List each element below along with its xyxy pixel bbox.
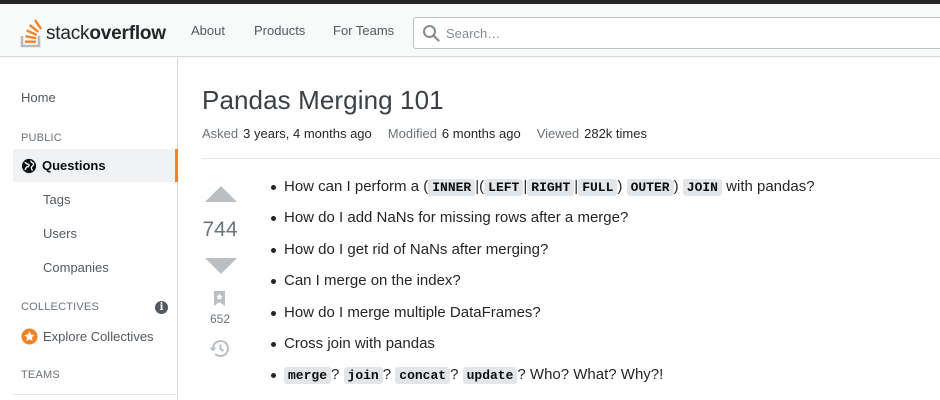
sidebar-item-label: Questions	[42, 158, 106, 173]
search-box[interactable]	[413, 17, 940, 49]
viewed-label: Viewed	[536, 126, 580, 141]
question-title[interactable]: Pandas Merging 101	[202, 85, 444, 116]
modified-label: Modified	[387, 126, 437, 141]
list-item: Cross join with pandas	[270, 332, 815, 363]
nav-about[interactable]: About	[179, 4, 237, 57]
search-icon	[423, 25, 440, 42]
globe-icon	[21, 158, 37, 173]
asked-value: 3 years, 4 months ago	[243, 126, 372, 141]
modified-value[interactable]: 6 months ago	[442, 126, 521, 141]
sidebar-item-explore-collectives[interactable]: Explore Collectives	[21, 328, 154, 345]
viewed-value: 282k times	[584, 126, 647, 141]
info-icon[interactable]: i	[155, 301, 168, 314]
list-item: How can I perform a (INNER |(LEFT | RIGHT | F…	[270, 175, 815, 206]
collectives-star-icon	[21, 328, 38, 345]
sidebar-item-home[interactable]: Home	[21, 90, 56, 105]
search-input[interactable]	[446, 18, 926, 48]
stack-overflow-logo-icon	[20, 19, 43, 48]
title-divider	[202, 158, 940, 159]
sidebar-item-users[interactable]: Users	[43, 226, 77, 241]
list-item: How do I merge multiple DataFrames?	[270, 301, 815, 332]
site-logo[interactable]: stackoverflow	[20, 16, 166, 48]
asked-label: Asked	[202, 126, 239, 141]
sidebar-item-companies[interactable]: Companies	[43, 260, 109, 275]
sidebar-item-label: Explore Collectives	[43, 329, 154, 344]
bookmark-icon[interactable]	[213, 290, 226, 307]
logo-wordmark: stackoverflow	[46, 23, 166, 44]
list-item: How do I add NaNs for missing rows after…	[270, 206, 815, 237]
upvote-arrow-icon[interactable]	[205, 185, 237, 203]
left-sidebar: Home PUBLIC Questions Tags Users Compani…	[0, 58, 178, 400]
history-icon[interactable]	[209, 339, 230, 358]
downvote-arrow-icon[interactable]	[205, 257, 237, 275]
vote-count: 744	[202, 218, 238, 241]
list-item: How do I get rid of NaNs after merging?	[270, 238, 815, 269]
nav-products[interactable]: Products	[242, 4, 317, 57]
sidebar-divider	[13, 394, 178, 395]
sidebar-heading-teams: TEAMS	[21, 369, 60, 381]
list-item: Can I merge on the index?	[270, 269, 815, 300]
nav-for-teams[interactable]: For Teams	[321, 4, 406, 57]
question-body-list: How can I perform a (INNER |(LEFT | RIGHT | F…	[270, 175, 815, 395]
sidebar-heading-collectives: COLLECTIVES	[21, 301, 100, 313]
top-bar: stackoverflow About Products For Teams	[0, 4, 940, 57]
question-meta: Asked 3 years, 4 months ago Modified 6 m…	[202, 126, 663, 141]
bookmark-count: 652	[209, 312, 231, 326]
sidebar-item-tags[interactable]: Tags	[43, 192, 70, 207]
sidebar-heading-public: PUBLIC	[21, 132, 62, 144]
sidebar-item-questions[interactable]: Questions	[13, 149, 178, 182]
list-item: merge? join? concat? update? Who? What? …	[270, 363, 815, 394]
